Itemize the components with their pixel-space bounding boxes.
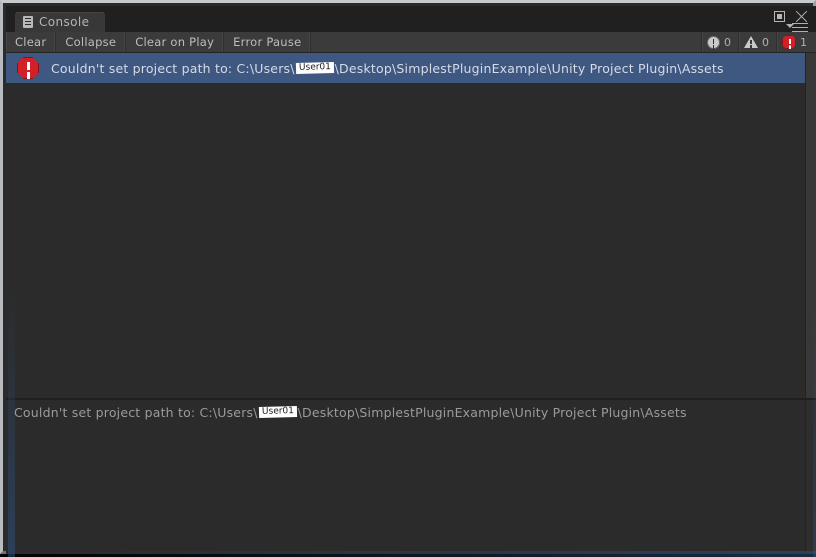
info-icon: [707, 35, 720, 49]
clear-button[interactable]: Clear: [6, 32, 57, 52]
error-count: 1: [800, 35, 807, 49]
warning-icon: [744, 36, 758, 48]
title-bar: Console: [6, 6, 816, 32]
console-icon: [23, 16, 33, 28]
error-pause-button[interactable]: Error Pause: [224, 32, 312, 52]
warning-count: 0: [762, 35, 769, 49]
log-counters: 0 0 1: [701, 32, 814, 52]
tab-console-label: Console: [39, 15, 90, 29]
error-counter[interactable]: 1: [776, 32, 814, 52]
console-toolbar: Clear Collapse Clear on Play Error Pause…: [6, 32, 816, 53]
log-message-prefix: Couldn't set project path to: C:\Users\: [51, 60, 295, 76]
maximize-icon[interactable]: [774, 11, 785, 22]
unity-editor-window: Console Clear Collapse Clear on Play Err…: [0, 0, 816, 557]
log-list-scrollbar[interactable]: [805, 53, 816, 398]
info-counter[interactable]: 0: [701, 32, 738, 52]
log-detail-panel[interactable]: Couldn't set project path to: C:\Users\ U…: [6, 400, 816, 554]
tab-console[interactable]: Console: [15, 12, 106, 32]
log-list[interactable]: Couldn't set project path to: C:\Users\ U…: [6, 53, 816, 398]
clear-on-play-button[interactable]: Clear on Play: [126, 32, 225, 52]
error-icon: [782, 35, 796, 49]
redacted-username: User01: [295, 61, 334, 74]
log-entry-message: Couldn't set project path to: C:\Users\ U…: [51, 61, 724, 76]
redacted-username: User01: [258, 406, 297, 418]
log-entry-row[interactable]: Couldn't set project path to: C:\Users\ U…: [6, 53, 806, 83]
close-icon[interactable]: [795, 10, 808, 23]
log-detail-text: Couldn't set project path to: C:\Users\ U…: [14, 405, 687, 420]
window-controls: [774, 10, 808, 23]
collapse-button[interactable]: Collapse: [56, 32, 127, 52]
log-message-suffix: \Desktop\SimplestPluginExample\Unity Pro…: [334, 60, 724, 76]
error-icon: [17, 57, 39, 79]
detail-prefix: Couldn't set project path to: C:\Users\: [14, 405, 258, 420]
detail-scrollbar[interactable]: [805, 400, 816, 554]
panel-menu-button[interactable]: [786, 23, 808, 32]
warning-counter[interactable]: 0: [738, 32, 776, 52]
console-window: Console Clear Collapse Clear on Play Err…: [6, 6, 816, 554]
hamburger-icon: [792, 23, 808, 32]
info-count: 0: [724, 35, 731, 49]
detail-suffix: \Desktop\SimplestPluginExample\Unity Pro…: [297, 405, 687, 420]
